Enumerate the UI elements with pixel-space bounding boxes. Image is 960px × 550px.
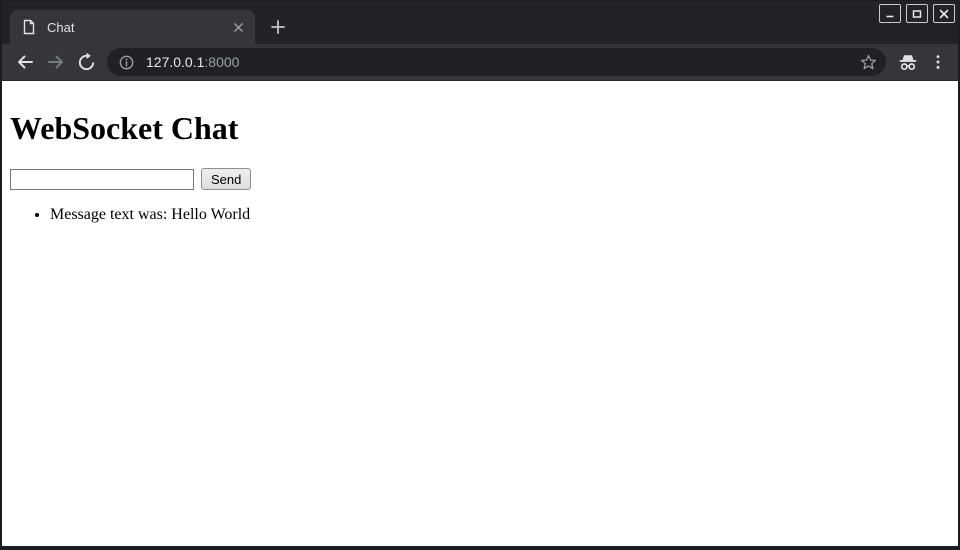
maximize-button[interactable] (906, 4, 928, 23)
kebab-menu-icon (929, 53, 947, 71)
page-title: WebSocket Chat (10, 110, 950, 147)
url-port: :8000 (204, 54, 239, 70)
page-favicon-icon (21, 19, 37, 35)
incognito-avatar-button[interactable] (891, 47, 925, 77)
browser-window: Chat (0, 0, 960, 550)
tab-close-icon[interactable] (229, 18, 247, 36)
minimize-button[interactable] (879, 4, 901, 23)
url-host: 127.0.0.1 (146, 54, 204, 70)
close-icon (938, 8, 950, 20)
new-tab-button[interactable] (265, 14, 291, 40)
browser-menu-button[interactable] (925, 47, 951, 77)
reload-icon (76, 52, 97, 73)
tab-title: Chat (47, 20, 229, 35)
page-content: WebSocket Chat Send Message text was: He… (2, 81, 958, 546)
message-input[interactable] (10, 169, 194, 190)
minimize-icon (884, 8, 896, 20)
reload-button[interactable] (71, 47, 102, 77)
message-list: Message text was: Hello World (10, 206, 950, 224)
send-button[interactable]: Send (201, 168, 251, 190)
browser-toolbar: 127.0.0.1:8000 (2, 44, 958, 81)
back-button[interactable] (9, 47, 40, 77)
window-controls (879, 4, 955, 23)
forward-arrow-icon (45, 51, 67, 73)
bookmark-button[interactable] (855, 49, 881, 75)
incognito-icon (896, 50, 920, 74)
message-item: Message text was: Hello World (50, 206, 950, 224)
chat-form: Send (10, 168, 950, 190)
close-window-button[interactable] (933, 4, 955, 23)
address-bar[interactable]: 127.0.0.1:8000 (107, 48, 886, 76)
tab-chat[interactable]: Chat (10, 10, 255, 44)
plus-icon (270, 19, 286, 35)
maximize-icon (911, 8, 923, 20)
url-text[interactable]: 127.0.0.1:8000 (146, 54, 855, 70)
site-info-icon[interactable] (118, 54, 135, 71)
tab-strip: Chat (2, 1, 958, 44)
star-icon (859, 53, 878, 72)
forward-button[interactable] (40, 47, 71, 77)
back-arrow-icon (14, 51, 36, 73)
